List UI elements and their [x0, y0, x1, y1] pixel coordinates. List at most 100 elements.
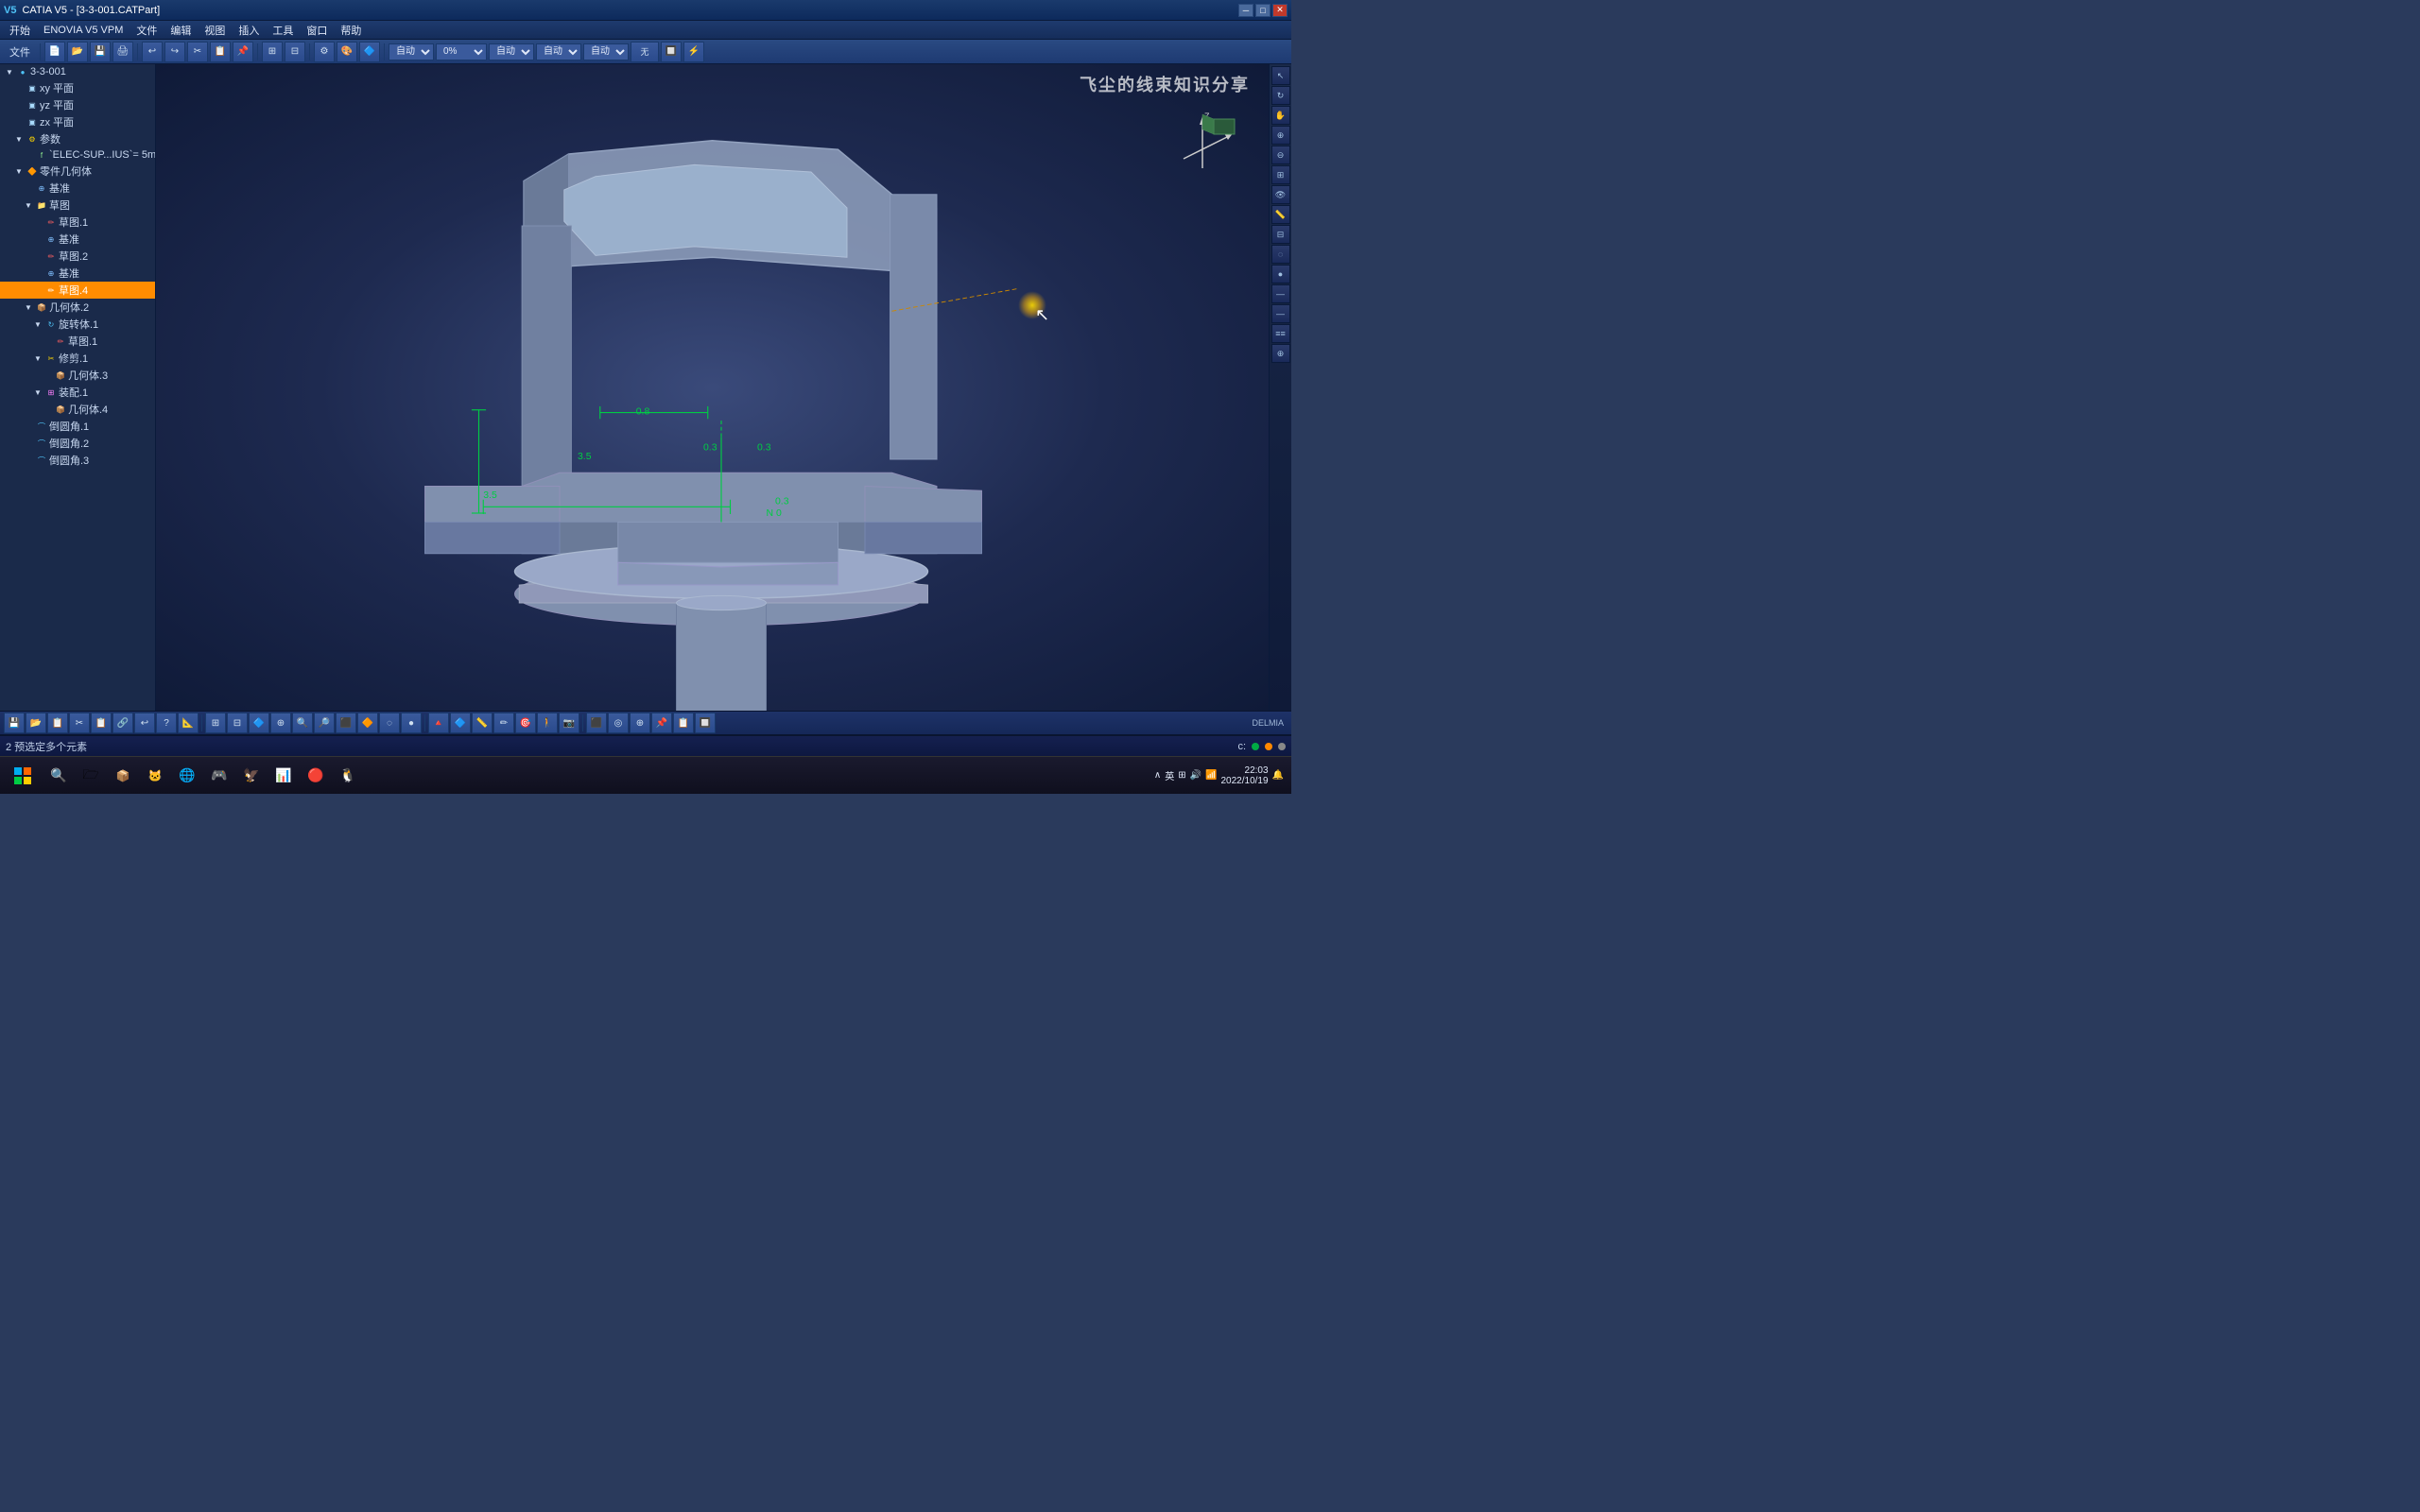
- bt-meas[interactable]: 📐: [178, 713, 199, 733]
- tree-trim1[interactable]: ▼ ✂ 修剪.1: [0, 350, 155, 367]
- sys-network[interactable]: ⊞: [1178, 770, 1185, 781]
- rt-pan[interactable]: ✋: [1271, 106, 1290, 125]
- bt-zout[interactable]: 🔎: [314, 713, 335, 733]
- tb-material[interactable]: 🔷: [359, 42, 380, 62]
- tb-undo[interactable]: ↩: [142, 42, 163, 62]
- menu-tools[interactable]: 工具: [267, 22, 299, 39]
- bt-ann[interactable]: ✏: [493, 713, 514, 733]
- tree-sketch-group[interactable]: ▼ 📁 草图: [0, 197, 155, 214]
- tb-extra3[interactable]: ⚡: [683, 42, 704, 62]
- render-select[interactable]: 自动: [489, 43, 534, 60]
- tree-sketch1[interactable]: ✏ 草图.1: [0, 214, 155, 231]
- rt-analysis[interactable]: ≡≡: [1271, 324, 1290, 343]
- bt-fly[interactable]: 🎯: [515, 713, 536, 733]
- tree-elec-param[interactable]: f `ELEC-SUP...IUS`= 5mm: [0, 147, 155, 163]
- 3d-viewport[interactable]: 飞尘的线束知识分享 Z: [156, 64, 1269, 711]
- bt-surf[interactable]: 🔷: [450, 713, 471, 733]
- tree-base3[interactable]: ⊕ 基准: [0, 265, 155, 282]
- menu-view[interactable]: 视图: [199, 22, 231, 39]
- tree-root[interactable]: ▼ ● 3-3-001: [0, 64, 155, 79]
- tree-revolve1[interactable]: ▼ ↻ 旋转体.1: [0, 316, 155, 333]
- rt-section[interactable]: ⊟: [1271, 225, 1290, 244]
- tb-extra1[interactable]: 无: [631, 42, 659, 62]
- bt-help[interactable]: ?: [156, 713, 177, 733]
- taskbar-github[interactable]: 🐱: [140, 761, 170, 791]
- rt-rotate[interactable]: ↻: [1271, 86, 1290, 105]
- menu-edit[interactable]: 编辑: [164, 22, 197, 39]
- zoom-select[interactable]: 0% 50% 100%: [436, 43, 487, 60]
- rt-zoom-out[interactable]: ⊖: [1271, 146, 1290, 164]
- tree-base2[interactable]: ⊕ 基准: [0, 231, 155, 248]
- start-button[interactable]: [4, 761, 42, 791]
- bt-show2[interactable]: ●: [401, 713, 422, 733]
- rt-view[interactable]: 👁: [1271, 185, 1290, 204]
- bt-dim[interactable]: 📏: [472, 713, 493, 733]
- bt-copy2[interactable]: 📋: [91, 713, 112, 733]
- sys-lang[interactable]: 英: [1165, 768, 1174, 782]
- tree-zx-plane[interactable]: ▣ zx 平面: [0, 113, 155, 130]
- tree-assembly1[interactable]: ▼ ⊞ 装配.1: [0, 384, 155, 401]
- taskbar-excel[interactable]: 📊: [268, 761, 299, 791]
- aa-select[interactable]: 自动: [583, 43, 629, 60]
- rt-fit[interactable]: ⊞: [1271, 165, 1290, 184]
- notification-button[interactable]: 🔔: [1272, 770, 1284, 781]
- bt-walk[interactable]: 🚶: [537, 713, 558, 733]
- bt-axis[interactable]: ⊕: [270, 713, 291, 733]
- rt-more2[interactable]: —: [1271, 304, 1290, 323]
- bt-extra3[interactable]: ⊕: [630, 713, 650, 733]
- tb-grid2[interactable]: ⊟: [285, 42, 305, 62]
- tb-redo[interactable]: ↪: [164, 42, 185, 62]
- tree-xy-plane[interactable]: ▣ xy 平面: [0, 79, 155, 96]
- rt-measure[interactable]: 📏: [1271, 205, 1290, 224]
- tb-save[interactable]: 💾: [90, 42, 111, 62]
- menu-window[interactable]: 窗口: [301, 22, 333, 39]
- tb-cut[interactable]: ✂: [187, 42, 208, 62]
- tree-geobody4[interactable]: 📦 几何体.4: [0, 401, 155, 418]
- rt-zoom-in[interactable]: ⊕: [1271, 126, 1290, 145]
- bt-cut2[interactable]: 🔶: [357, 713, 378, 733]
- minimize-button[interactable]: ─: [1238, 4, 1253, 17]
- bt-extra1[interactable]: ⬛: [586, 713, 607, 733]
- menu-file[interactable]: 文件: [130, 22, 163, 39]
- tb-print[interactable]: 🖨: [112, 42, 133, 62]
- bt-grid[interactable]: ⊞: [205, 713, 226, 733]
- clock[interactable]: 22:03 2022/10/19: [1220, 765, 1268, 786]
- rt-compass[interactable]: ⊕: [1271, 344, 1290, 363]
- bt-cam[interactable]: 📷: [559, 713, 579, 733]
- bt-extra4[interactable]: 📌: [651, 713, 672, 733]
- tb-extra2[interactable]: 🔲: [661, 42, 682, 62]
- bt-extra5[interactable]: 📋: [673, 713, 694, 733]
- menu-enovia[interactable]: ENOVIA V5 VPM: [38, 24, 129, 37]
- taskbar-game[interactable]: 🎮: [204, 761, 234, 791]
- sys-wifi[interactable]: 📶: [1205, 770, 1217, 781]
- bt-snap[interactable]: ⊟: [227, 713, 248, 733]
- tree-geobody2[interactable]: ▼ 📦 几何体.2: [0, 299, 155, 316]
- tree-sketch1b[interactable]: ✏ 草图.1: [0, 333, 155, 350]
- sys-volume[interactable]: 🔊: [1190, 770, 1201, 781]
- bt-hide2[interactable]: ◌: [379, 713, 400, 733]
- taskbar-app3[interactable]: 🐧: [333, 761, 363, 791]
- bt-extra6[interactable]: 🔲: [695, 713, 716, 733]
- maximize-button[interactable]: □: [1255, 4, 1270, 17]
- tree-geobody[interactable]: ▼ 🔶 零件几何体: [0, 163, 155, 180]
- tb-paste[interactable]: 📌: [233, 42, 253, 62]
- bt-link[interactable]: 🔗: [112, 713, 133, 733]
- menu-help[interactable]: 帮助: [335, 22, 367, 39]
- menu-start[interactable]: 开始: [4, 22, 36, 39]
- tree-fillet2[interactable]: ⌒ 倒圆角.2: [0, 435, 155, 452]
- taskbar-app2[interactable]: 🔴: [301, 761, 331, 791]
- taskbar-search[interactable]: 🔍: [43, 761, 74, 791]
- rt-more1[interactable]: —: [1271, 284, 1290, 303]
- tree-sketch2[interactable]: ✏ 草图.2: [0, 248, 155, 265]
- tree-geobody3[interactable]: 📦 几何体.3: [0, 367, 155, 384]
- menu-insert[interactable]: 插入: [233, 22, 265, 39]
- close-button[interactable]: ✕: [1272, 4, 1288, 17]
- tree-params[interactable]: ▼ ⚙ 参数: [0, 130, 155, 147]
- tb-render[interactable]: 🎨: [337, 42, 357, 62]
- bt-save[interactable]: 💾: [4, 713, 25, 733]
- tree-base1[interactable]: ⊕ 基准: [0, 180, 155, 197]
- taskbar-explorer[interactable]: 🗁: [76, 761, 106, 791]
- bt-edge[interactable]: 🔺: [428, 713, 449, 733]
- tree-fillet3[interactable]: ⌒ 倒圆角.3: [0, 452, 155, 469]
- tb-copy[interactable]: 📋: [210, 42, 231, 62]
